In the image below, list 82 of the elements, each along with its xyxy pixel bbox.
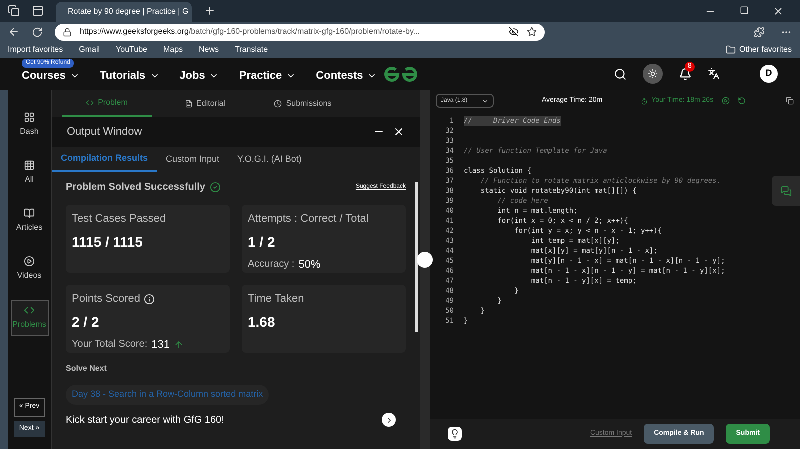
favorite-star-icon[interactable] bbox=[527, 27, 537, 37]
favorite-link[interactable]: Import favorites bbox=[8, 44, 64, 56]
stat-sub-value: 131 bbox=[152, 338, 170, 352]
nav-menu-item[interactable]: Tutorials bbox=[100, 68, 160, 84]
stat-sub-label: Accuracy : bbox=[248, 258, 295, 272]
grid-icon bbox=[24, 112, 35, 123]
stat-sub-label: Your Total Score: bbox=[72, 338, 148, 352]
reset-icon[interactable] bbox=[738, 97, 746, 105]
output-window-title: Output Window bbox=[67, 124, 142, 140]
output-tab[interactable]: Compilation Results bbox=[52, 147, 158, 172]
play-icon[interactable] bbox=[722, 97, 730, 105]
stat-label: Points Scored bbox=[72, 292, 140, 307]
stat-label: Test Cases Passed bbox=[72, 212, 166, 227]
user-avatar[interactable]: D bbox=[760, 65, 778, 83]
back-icon[interactable] bbox=[8, 26, 20, 38]
clock-icon bbox=[274, 100, 282, 108]
nav-menu-item[interactable]: Contests bbox=[316, 68, 378, 84]
favorite-link[interactable]: Maps bbox=[163, 44, 184, 56]
output-tab[interactable]: Y.O.G.I. (AI Bot) bbox=[228, 147, 311, 172]
nav-menu-item[interactable]: Jobs bbox=[180, 68, 220, 84]
favorite-link[interactable]: YouTube bbox=[116, 44, 148, 56]
sidebar-item[interactable]: Dash bbox=[10, 108, 48, 142]
refresh-icon[interactable] bbox=[32, 26, 43, 38]
next-arrow-button[interactable] bbox=[382, 413, 396, 427]
timer-icon bbox=[640, 98, 648, 104]
status-text: Problem Solved Successfully bbox=[66, 181, 206, 195]
close-icon[interactable] bbox=[773, 6, 784, 16]
search-icon[interactable] bbox=[614, 68, 627, 80]
info-icon[interactable] bbox=[144, 294, 156, 305]
sidebar-item[interactable]: Problems bbox=[10, 300, 48, 336]
solve-next-heading: Solve Next bbox=[66, 363, 108, 375]
document-icon bbox=[184, 100, 193, 108]
translate-icon[interactable] bbox=[708, 68, 720, 80]
stat-value: 1115 / 1115 bbox=[72, 232, 144, 252]
problem-tab[interactable]: Editorial bbox=[160, 90, 250, 117]
promo-text: Kick start your career with GfG 160! bbox=[66, 414, 224, 428]
address-bar[interactable]: https://www.geeksforgeeks.org/batch/gfg-160-problems/track/matrix-gfg-160/problem/rotate-by... bbox=[55, 24, 545, 40]
lock-icon bbox=[63, 28, 72, 36]
sun-icon bbox=[648, 69, 658, 79]
favorite-link[interactable]: Translate bbox=[235, 44, 268, 56]
tab-title: Rotate by 90 degree | Practice | G bbox=[68, 6, 189, 18]
close-icon[interactable] bbox=[393, 126, 405, 138]
lightbulb-icon bbox=[450, 429, 460, 439]
code-icon bbox=[86, 98, 94, 106]
sidebar-item[interactable]: Videos bbox=[10, 252, 48, 286]
folder-icon bbox=[726, 45, 736, 55]
chat-button[interactable] bbox=[772, 176, 800, 206]
copy-icon[interactable] bbox=[786, 97, 794, 105]
check-icon bbox=[210, 182, 220, 193]
chevron-down-icon bbox=[482, 98, 489, 104]
sidebar-item[interactable]: Articles bbox=[10, 204, 48, 238]
notification-icon[interactable] bbox=[679, 68, 692, 80]
stat-label: Time Taken bbox=[248, 292, 304, 307]
sidebar-item[interactable]: All bbox=[10, 156, 48, 190]
nav-menu-item[interactable]: Practice bbox=[239, 68, 296, 84]
stat-value: 1.68 bbox=[248, 312, 276, 332]
tab-actions-icon[interactable] bbox=[32, 5, 44, 17]
eye-off-icon[interactable] bbox=[509, 27, 519, 37]
stat-value: 2 / 2 bbox=[72, 312, 100, 332]
favorite-link[interactable]: Gmail bbox=[79, 44, 100, 56]
new-tab-icon[interactable] bbox=[204, 5, 216, 17]
maximize-icon[interactable] bbox=[740, 6, 749, 14]
stat-sub-value: 50% bbox=[298, 258, 321, 272]
dots-grid-icon bbox=[24, 160, 35, 171]
stat-label: Attempts : Correct / Total bbox=[248, 212, 369, 227]
workspaces-icon[interactable] bbox=[8, 5, 20, 17]
book-icon bbox=[24, 208, 35, 219]
browser-tab[interactable]: Rotate by 90 degree | Practice | G bbox=[56, 2, 192, 22]
output-tab[interactable]: Custom Input bbox=[157, 147, 229, 172]
stat-value: 1 / 2 bbox=[248, 232, 276, 252]
code-icon bbox=[24, 305, 35, 316]
favorite-link[interactable]: News bbox=[199, 44, 220, 56]
nav-menu-item[interactable]: Courses bbox=[22, 68, 80, 84]
extensions-icon[interactable] bbox=[754, 26, 765, 38]
theme-toggle[interactable] bbox=[643, 64, 663, 84]
problem-tab[interactable]: Submissions bbox=[258, 90, 348, 117]
chat-icon bbox=[780, 186, 792, 196]
play-icon bbox=[24, 256, 35, 267]
site-logo-icon[interactable] bbox=[383, 66, 419, 84]
favorite-link[interactable]: Other favorites bbox=[740, 44, 792, 56]
url-text: https://www.geeksforgeeks.org/batch/gfg-160-problems/track/matrix-gfg-160/problem/rotate-by... bbox=[80, 26, 420, 38]
hint-button[interactable] bbox=[448, 427, 462, 441]
